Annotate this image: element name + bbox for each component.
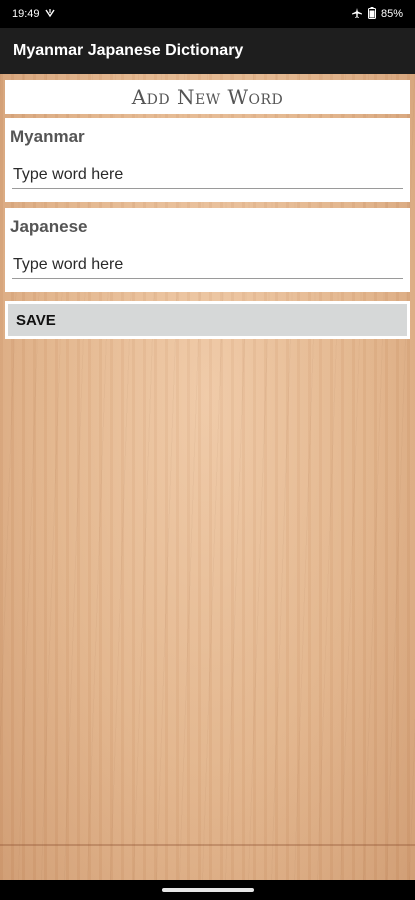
japanese-input[interactable] xyxy=(12,252,403,279)
status-left: 19:49 xyxy=(12,8,55,21)
navigation-bar xyxy=(0,880,415,900)
wood-background: Add New Word Myanmar Japanese SAVE xyxy=(0,74,415,880)
japanese-field-card: Japanese xyxy=(5,208,410,292)
app-title: Myanmar Japanese Dictionary xyxy=(13,42,244,59)
page-title: Add New Word xyxy=(131,85,284,109)
vibrate-icon xyxy=(44,8,55,21)
save-card: SAVE xyxy=(5,301,410,339)
status-bar: 19:49 85% xyxy=(0,0,415,28)
japanese-label: Japanese xyxy=(10,217,88,236)
myanmar-label: Myanmar xyxy=(10,127,85,146)
app-bar: Myanmar Japanese Dictionary xyxy=(0,28,415,74)
battery-icon xyxy=(367,6,376,22)
home-gesture-handle[interactable] xyxy=(162,888,254,892)
plank-divider xyxy=(0,844,415,846)
status-time: 19:49 xyxy=(12,8,40,20)
save-button[interactable]: SAVE xyxy=(8,304,407,336)
airplane-mode-icon xyxy=(351,7,363,22)
battery-percent: 85% xyxy=(380,8,403,20)
myanmar-input[interactable] xyxy=(12,162,403,189)
add-new-word-header: Add New Word xyxy=(5,80,410,114)
status-right: 85% xyxy=(351,6,403,22)
myanmar-field-card: Myanmar xyxy=(5,118,410,202)
